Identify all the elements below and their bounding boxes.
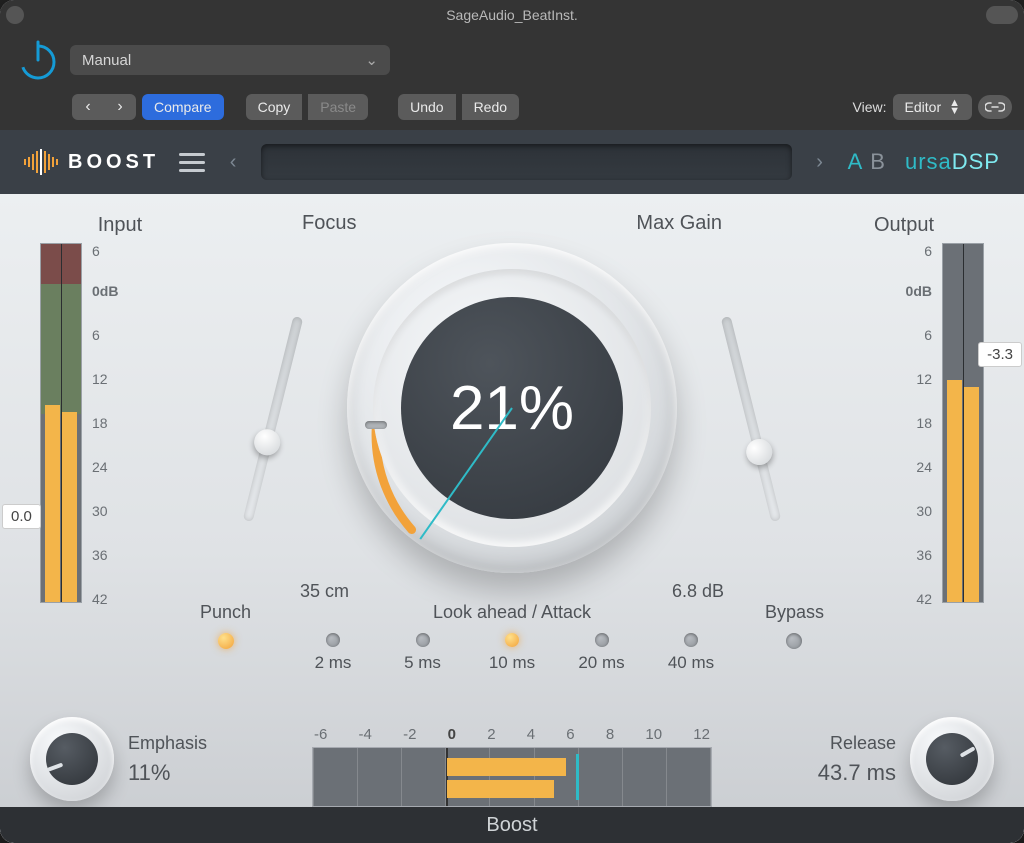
gain-reduction-meter[interactable] bbox=[312, 747, 712, 807]
next-preset-button[interactable]: › bbox=[104, 94, 136, 120]
dial-area: Focus Max Gain 21% 35 cm 6.8 dB bbox=[272, 212, 752, 602]
window-handle-icon[interactable] bbox=[986, 6, 1018, 24]
copy-button[interactable]: Copy bbox=[246, 94, 303, 120]
view-selector[interactable]: Editor ▲▼ bbox=[893, 94, 972, 120]
output-peak-readout[interactable]: -3.3 bbox=[978, 342, 1022, 367]
release-knob[interactable] bbox=[910, 717, 994, 801]
ab-b[interactable]: B bbox=[870, 149, 885, 175]
punch-label: Punch bbox=[200, 602, 251, 623]
host-toolbar: Manual ⌄ ‹ › Compare Copy Paste Undo Red… bbox=[0, 30, 1024, 130]
ruler-scale: -6-4-2 024 681012 bbox=[312, 726, 712, 743]
release-label: Release bbox=[818, 733, 896, 754]
view-label: View: bbox=[853, 99, 887, 115]
emphasis-value[interactable]: 11% bbox=[128, 760, 207, 786]
plugin-prev-icon[interactable]: ‹ bbox=[225, 144, 241, 180]
window-title: SageAudio_BeatInst. bbox=[446, 7, 578, 23]
preset-name: Manual bbox=[82, 52, 131, 69]
input-meter[interactable] bbox=[40, 243, 82, 603]
bypass-toggle[interactable]: Bypass bbox=[765, 602, 824, 649]
ab-toggle[interactable]: A B bbox=[848, 149, 885, 175]
lookahead-title: Look ahead / Attack bbox=[292, 602, 732, 623]
window-close-icon[interactable] bbox=[6, 6, 24, 24]
bypass-label: Bypass bbox=[765, 602, 824, 623]
plugin-logo: BOOST bbox=[24, 149, 159, 175]
footer-label: Boost bbox=[0, 807, 1024, 843]
emphasis-knob[interactable] bbox=[30, 717, 114, 801]
punch-led-icon bbox=[218, 633, 234, 649]
lookahead-section: Look ahead / Attack 2 ms 5 ms 10 ms 20 m… bbox=[292, 602, 732, 673]
input-label: Input bbox=[40, 214, 200, 237]
prev-preset-button[interactable]: ‹ bbox=[72, 94, 104, 120]
plugin-header: BOOST ‹ › A B ursaDSP bbox=[0, 130, 1024, 194]
plugin-next-icon[interactable]: › bbox=[812, 144, 828, 180]
input-meter-block: Input 6 0dB 6 12 18 24 30 36 42 bbox=[40, 214, 200, 603]
output-meter[interactable] bbox=[942, 243, 984, 603]
waveform-icon bbox=[24, 149, 58, 175]
plugin-name: BOOST bbox=[68, 151, 159, 174]
titlebar: SageAudio_BeatInst. bbox=[0, 0, 1024, 30]
bypass-led-icon bbox=[786, 633, 802, 649]
output-meter-block: Output 6 0dB 6 12 18 24 30 36 42 bbox=[824, 214, 984, 603]
paste-button[interactable]: Paste bbox=[308, 94, 368, 120]
input-peak-readout[interactable]: 0.0 bbox=[2, 504, 41, 529]
output-scale: 6 0dB 6 12 18 24 30 36 42 bbox=[824, 243, 942, 603]
undo-button[interactable]: Undo bbox=[398, 94, 455, 120]
main-panel: Input 6 0dB 6 12 18 24 30 36 42 bbox=[0, 194, 1024, 843]
plugin-preset-slot[interactable] bbox=[261, 144, 791, 180]
input-scale: 6 0dB 6 12 18 24 30 36 42 bbox=[82, 243, 200, 603]
plugin-window: SageAudio_BeatInst. Manual ⌄ ‹ › Compare… bbox=[0, 0, 1024, 843]
ab-a[interactable]: A bbox=[848, 149, 863, 175]
redo-button[interactable]: Redo bbox=[462, 94, 519, 120]
compare-button[interactable]: Compare bbox=[142, 94, 224, 120]
boost-dial[interactable]: 21% bbox=[347, 243, 677, 573]
emphasis-section: Emphasis 11% bbox=[30, 717, 207, 801]
view-value: Editor bbox=[905, 99, 942, 115]
hamburger-menu-icon[interactable] bbox=[179, 153, 205, 172]
chevron-down-icon: ⌄ bbox=[365, 51, 378, 69]
brand-label: ursaDSP bbox=[905, 149, 1000, 175]
gain-reduction-ruler: -6-4-2 024 681012 bbox=[312, 726, 712, 807]
bottom-row: Emphasis 11% Release 43.7 ms -6-4-2 024 … bbox=[0, 667, 1024, 807]
release-value[interactable]: 43.7 ms bbox=[818, 760, 896, 786]
power-button[interactable] bbox=[12, 34, 64, 86]
release-section: Release 43.7 ms bbox=[818, 717, 994, 801]
punch-toggle[interactable]: Punch bbox=[200, 602, 251, 649]
output-label: Output bbox=[824, 214, 984, 237]
link-button[interactable] bbox=[978, 95, 1012, 119]
preset-dropdown[interactable]: Manual ⌄ bbox=[70, 45, 390, 75]
dial-pointer-icon bbox=[365, 421, 387, 429]
emphasis-label: Emphasis bbox=[128, 733, 207, 754]
updown-icon: ▲▼ bbox=[949, 99, 960, 115]
